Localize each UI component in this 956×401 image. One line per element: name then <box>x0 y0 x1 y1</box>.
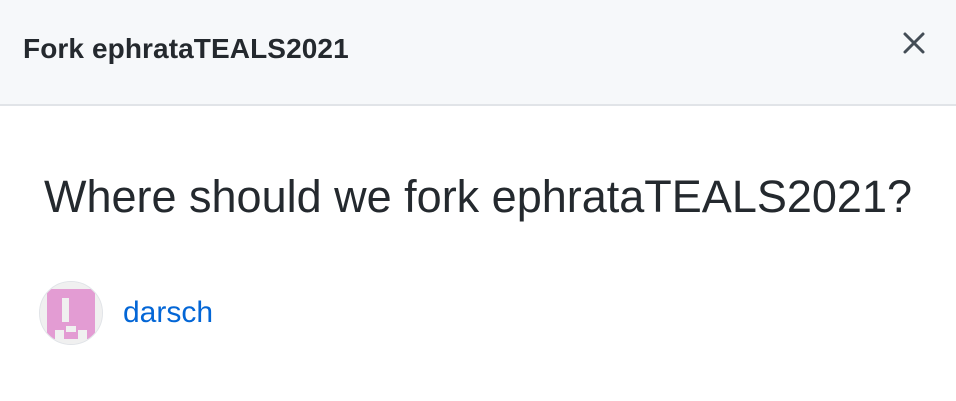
fork-dialog: Fork ephrataTEALS2021 Where should we fo… <box>0 0 956 401</box>
dialog-header: Fork ephrataTEALS2021 <box>0 0 956 106</box>
owner-link[interactable]: darsch <box>123 295 213 331</box>
dialog-body: Where should we fork ephrataTEALS2021? d… <box>0 106 956 401</box>
close-icon <box>902 31 926 55</box>
owner-option-darsch[interactable]: darsch <box>39 280 213 346</box>
fork-question-heading: Where should we fork ephrataTEALS2021? <box>43 171 912 222</box>
dialog-title: Fork ephrataTEALS2021 <box>23 33 349 64</box>
identicon-avatar-icon <box>40 282 102 344</box>
close-button[interactable] <box>892 21 936 65</box>
avatar[interactable] <box>39 281 103 345</box>
